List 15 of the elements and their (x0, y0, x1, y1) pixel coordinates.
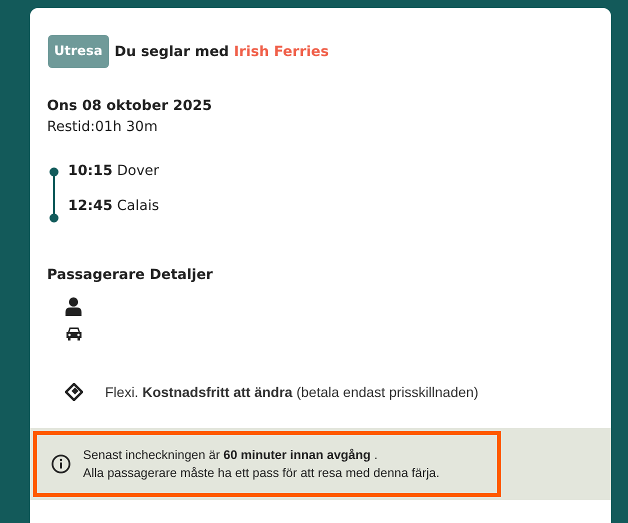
fare-description: Flexi. Kostnadsfritt att ändra (betala endast prisskillnaden) (105, 384, 478, 400)
notice-text: Senast incheckningen är 60 minuter innan avgång . (83, 447, 379, 464)
info-icon (51, 454, 71, 474)
person-icon (65, 297, 82, 316)
route-line-drawing (48, 167, 60, 225)
travel-time: Restid:01h 30m (47, 119, 159, 135)
section-heading: Passagerare Detaljer (47, 267, 214, 283)
ticket-icon (65, 383, 83, 401)
route-stop: 12:45 Calais (68, 198, 160, 214)
trip-date: Ons 08 oktober 2025 (47, 98, 213, 114)
car-icon (65, 326, 83, 341)
notice-text: Alla passagerare måste ha ett pass för att resa med denna färja. (83, 465, 440, 482)
operator-heading: Du seglar med Irish Ferries (114, 44, 329, 60)
route-stop: 10:15 Dover (68, 163, 160, 179)
trip-badge: Utresa (48, 35, 109, 68)
